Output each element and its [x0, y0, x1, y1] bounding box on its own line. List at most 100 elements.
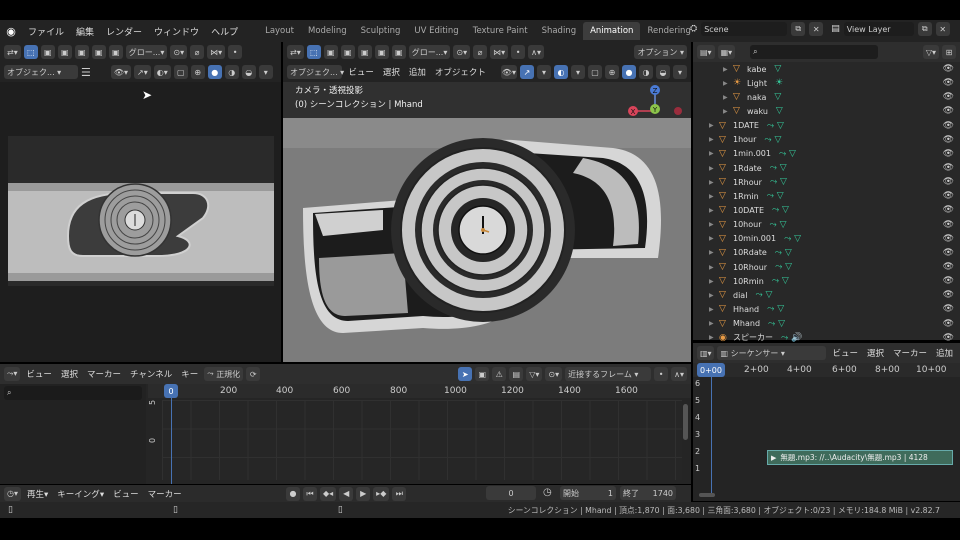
- scene-selector[interactable]: Scene: [701, 22, 788, 36]
- blender-logo-icon[interactable]: ◉: [0, 25, 22, 38]
- graph-icon[interactable]: ∧▾: [528, 45, 544, 59]
- mode-dropdown[interactable]: オブジェク... ▾: [4, 65, 78, 79]
- outliner-row[interactable]: ▶ ▽ 10DATE ⤳ ▽ 👁: [693, 203, 960, 217]
- menu-view[interactable]: ビュー: [345, 66, 377, 78]
- pivot-icon[interactable]: ⊙▾: [170, 45, 188, 59]
- seq-menu-marker[interactable]: マーカー: [890, 347, 930, 359]
- seq-frame-ruler[interactable]: 0+00 2+00 4+00 6+00 8+00 10+00: [693, 363, 960, 377]
- new-collection-icon[interactable]: ⊞: [942, 45, 956, 59]
- editor-type-icon[interactable]: ▥▾: [697, 346, 715, 360]
- render-shading-icon[interactable]: ◒: [656, 65, 670, 79]
- tl-menu-keying[interactable]: キーイング▾: [54, 488, 107, 500]
- snap-icon[interactable]: ⌀: [190, 45, 205, 59]
- seq-menu-view[interactable]: ビュー: [829, 347, 861, 359]
- tab-shading[interactable]: Shading: [535, 22, 584, 40]
- select-mode-icon[interactable]: ▣: [40, 45, 55, 59]
- record-icon[interactable]: ●: [286, 486, 300, 501]
- expand-icon[interactable]: ▶: [709, 292, 719, 299]
- outliner-row[interactable]: ▶ ▽ dial ⤳ ▽ 👁: [693, 288, 960, 302]
- expand-icon[interactable]: ▶: [709, 334, 719, 341]
- expand-icon[interactable]: ▶: [709, 235, 719, 242]
- outliner-row[interactable]: ▶ ▽ Hhand ⤳ ▽ 👁: [693, 302, 960, 316]
- visibility-eye-icon[interactable]: 👁: [943, 290, 954, 300]
- snap-dropdown[interactable]: 近接するフレーム ▾: [565, 367, 652, 381]
- select-box-icon[interactable]: ⬚: [23, 45, 38, 59]
- expand-icon[interactable]: ▶: [709, 320, 719, 327]
- snap-icon[interactable]: ⌀: [473, 45, 488, 59]
- menu-add[interactable]: 追加: [406, 66, 429, 78]
- expand-icon[interactable]: ▶: [709, 306, 719, 313]
- shading-options-icon[interactable]: ▾: [673, 65, 687, 79]
- display-mode-icon[interactable]: ▦▾: [717, 45, 736, 59]
- outliner-row[interactable]: ▶ ▽ naka ▽ 👁: [693, 90, 960, 104]
- select-mode-icon-2[interactable]: ▣: [340, 45, 355, 59]
- pivot-icon[interactable]: ⊙▾: [453, 45, 471, 59]
- expand-icon[interactable]: ▶: [709, 136, 719, 143]
- curve-icon[interactable]: ∧▾: [671, 367, 687, 381]
- warning-icon[interactable]: ⚠: [492, 367, 507, 381]
- editor-type-icon[interactable]: ◷▾: [4, 486, 21, 501]
- outliner-row[interactable]: ▶ ▽ 10Rdate ⤳ ▽ 👁: [693, 246, 960, 260]
- mode-dropdown[interactable]: オブジェク... ▾: [287, 65, 344, 79]
- visibility-eye-icon[interactable]: 👁: [943, 78, 954, 88]
- outliner-row[interactable]: ▶ ▽ 10min.001 ⤳ ▽ 👁: [693, 232, 960, 246]
- outliner-row[interactable]: ▶ ▽ 1hour ⤳ ▽ 👁: [693, 133, 960, 147]
- menu-render[interactable]: レンダー: [100, 25, 148, 38]
- outliner-row[interactable]: ▶ ▽ 10Rmin ⤳ ▽ 👁: [693, 274, 960, 288]
- prev-keyframe-icon[interactable]: ◆◂: [320, 486, 337, 501]
- tab-sculpting[interactable]: Sculpting: [354, 22, 408, 40]
- filter-icon[interactable]: ▽▾: [526, 367, 543, 381]
- pivot-icon[interactable]: ⊙▾: [545, 367, 563, 381]
- proportional-icon[interactable]: •: [228, 45, 243, 59]
- editor-type-icon[interactable]: ▤▾: [697, 45, 715, 59]
- expand-icon[interactable]: ▶: [709, 249, 719, 256]
- visibility-eye-icon[interactable]: 👁: [943, 135, 954, 145]
- select-mode-icon[interactable]: ▣: [323, 45, 338, 59]
- expand-icon[interactable]: ▶: [709, 207, 719, 214]
- visibility-eye-icon[interactable]: 👁: [943, 149, 954, 159]
- ds-search-input[interactable]: ⌕: [4, 386, 142, 400]
- expand-icon[interactable]: ▶: [709, 165, 719, 172]
- end-frame-field[interactable]: 終了 1740: [620, 486, 676, 500]
- snap-settings-icon[interactable]: ⋈▾: [490, 45, 509, 59]
- view-layer-icon[interactable]: ▤: [831, 24, 840, 34]
- select-mode-icon-3[interactable]: ▣: [74, 45, 89, 59]
- visibility-eye-icon[interactable]: 👁: [943, 121, 954, 131]
- ds-menu-marker[interactable]: マーカー: [84, 368, 124, 380]
- left-viewport[interactable]: ⇄▾ ⬚ ▣ ▣ ▣ ▣ ▣ グロー... ▾ ⊙▾ ⌀ ⋈▾ • オブジェク..…: [0, 42, 281, 362]
- visibility-eye-icon[interactable]: 👁: [943, 191, 954, 201]
- solid-shading-icon[interactable]: ●: [622, 65, 636, 79]
- seq-menu-add[interactable]: 追加: [933, 347, 956, 359]
- gizmo-icon[interactable]: ↗: [520, 65, 534, 79]
- tl-menu-view[interactable]: ビュー: [110, 488, 142, 500]
- delete-scene-icon[interactable]: ✕: [809, 22, 824, 36]
- outliner-row[interactable]: ▶ ▽ 1Rhour ⤳ ▽ 👁: [693, 175, 960, 189]
- visibility-eye-icon[interactable]: 👁: [943, 234, 954, 244]
- render-shading-icon[interactable]: ◒: [241, 65, 256, 79]
- ds-scrollbar[interactable]: [683, 404, 688, 440]
- overlay-dropdown-icon[interactable]: ▾: [571, 65, 585, 79]
- ds-grid[interactable]: [162, 400, 682, 480]
- outliner-panel[interactable]: ▤▾ ▦▾ ⌕ ▽▾ ⊞ ▶ ▽ kabe ▽ 👁 ▶ ☀ Light ☀ 👁 ▶ ▽ naka ▽ 👁 ▶ ▽…: [693, 42, 960, 343]
- seq-current-frame[interactable]: 0+00: [697, 363, 725, 377]
- outliner-row[interactable]: ▶ ▽ waku ▽ 👁: [693, 104, 960, 118]
- visibility-eye-icon[interactable]: 👁: [943, 319, 954, 329]
- overlay-icon[interactable]: ◐: [554, 65, 568, 79]
- gizmo-dropdown-icon[interactable]: ▾: [537, 65, 551, 79]
- overlay-icon[interactable]: ◐▾: [153, 65, 171, 79]
- tl-menu-playback[interactable]: 再生▾: [24, 488, 51, 500]
- visibility-eye-icon[interactable]: 👁: [943, 64, 954, 74]
- delete-view-layer-icon[interactable]: ✕: [935, 22, 950, 36]
- proportional-icon[interactable]: •: [654, 367, 669, 381]
- expand-icon[interactable]: ▶: [709, 264, 719, 271]
- outliner-search-input[interactable]: ⌕: [750, 45, 879, 59]
- filter-icon[interactable]: ▽▾: [922, 45, 939, 59]
- jump-end-icon[interactable]: ⏭: [392, 486, 407, 501]
- snap-settings-icon[interactable]: ⋈▾: [207, 45, 226, 59]
- proportional-icon[interactable]: •: [511, 45, 526, 59]
- start-frame-field[interactable]: 開始 1: [560, 486, 616, 500]
- shading-options-icon[interactable]: ▾: [258, 65, 273, 79]
- select-mode-icon-5[interactable]: ▣: [391, 45, 406, 59]
- stopwatch-icon[interactable]: ◷: [543, 487, 552, 498]
- expand-icon[interactable]: ▶: [709, 122, 719, 129]
